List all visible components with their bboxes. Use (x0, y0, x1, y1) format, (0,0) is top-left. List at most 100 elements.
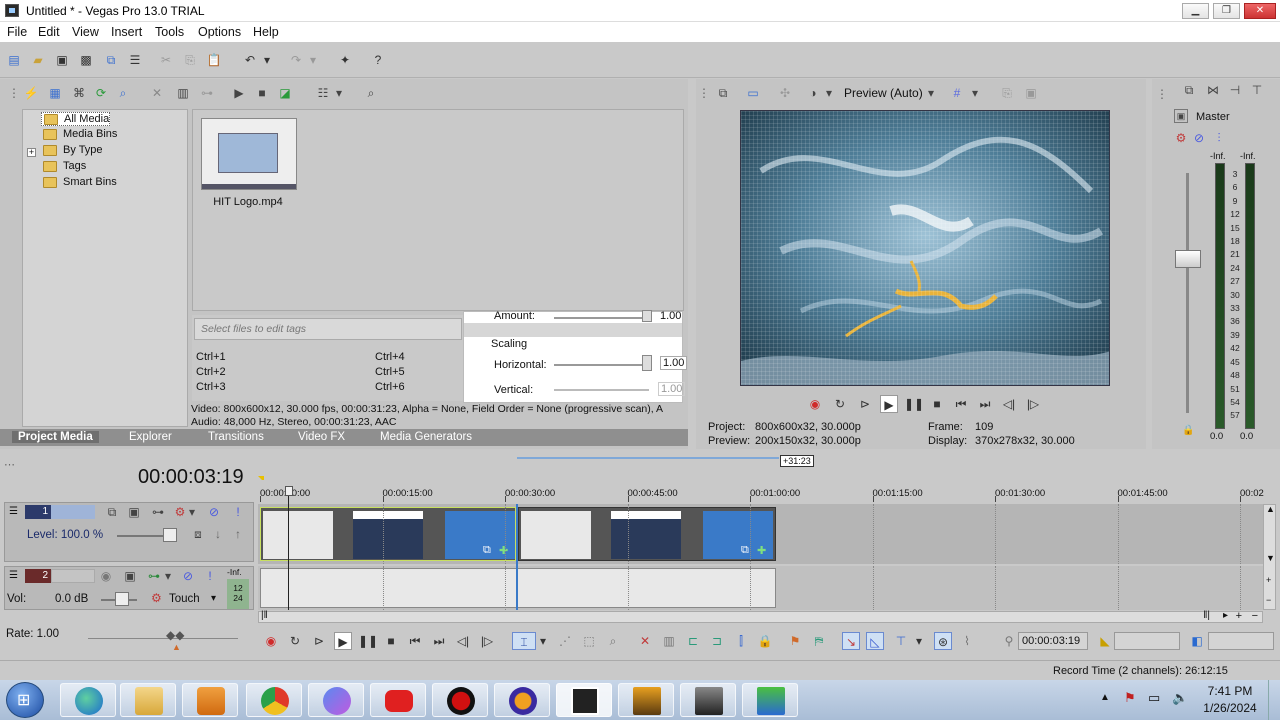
arrow-down-icon[interactable]: ↓ (209, 525, 227, 543)
automation-mode[interactable]: Touch (169, 593, 200, 605)
cursor-handle[interactable] (285, 486, 293, 496)
tab-explorer[interactable]: Explorer (129, 431, 172, 443)
panel-grip-icon[interactable]: ⋮ (8, 84, 20, 102)
loop-playback-icon[interactable]: ↻ (831, 395, 849, 413)
selection-tool-icon[interactable]: ⬚ (580, 632, 598, 650)
play-from-start-icon[interactable]: ⊳ (856, 395, 874, 413)
cursor-time-field[interactable]: 00:00:03:19 (1018, 632, 1088, 650)
track-header-audio-2[interactable]: ☰ 2 ◉ ▣ ⊶ ▾ ⊘ ! -Inf. Vol: 0.0 dB ⚙ Touc… (4, 566, 254, 610)
taskbar-copilot[interactable] (308, 683, 364, 717)
menu-view[interactable]: View (72, 25, 99, 39)
envelope-tool-icon[interactable]: ⋰ (556, 632, 574, 650)
menu-options[interactable]: Options (198, 25, 241, 39)
loop-region-bar[interactable] (517, 457, 779, 459)
event-fx-icon[interactable]: ⧉ (741, 544, 749, 557)
copy-snapshot-icon[interactable]: ⎘ (998, 84, 1016, 102)
arrow-up-icon[interactable]: ▲ (1266, 504, 1275, 514)
track-fx-icon[interactable]: ▣ (125, 503, 143, 521)
delete-icon[interactable]: ✕ (636, 632, 654, 650)
video-clip[interactable]: ⧉ ✚ (260, 507, 516, 561)
taskbar-chrome[interactable] (246, 683, 302, 717)
action-center-icon[interactable]: ⚑ (1124, 690, 1136, 706)
media-thumbnail[interactable] (201, 118, 297, 190)
record-icon[interactable]: ◉ (806, 395, 824, 413)
amount-slider-thumb[interactable] (642, 310, 652, 322)
panel-grip-icon[interactable]: ⋮ (698, 84, 710, 102)
amount-slider[interactable] (554, 317, 649, 319)
track-name-field[interactable] (51, 505, 95, 519)
close-button[interactable]: ✕ (1244, 3, 1276, 19)
start-preview-icon[interactable]: ▶ (230, 84, 248, 102)
selection-start-icon[interactable]: ◣ (1096, 632, 1114, 650)
tags-input[interactable]: Select files to edit tags (194, 318, 462, 340)
panel-grip-icon[interactable]: ⋯ (4, 458, 15, 471)
event-pan-crop-icon[interactable]: ✚ (499, 544, 508, 557)
mute-icon[interactable]: ⊘ (1190, 129, 1208, 147)
whats-this-help-icon[interactable]: ? (369, 51, 387, 69)
record-icon[interactable]: ◉ (262, 632, 280, 650)
paste-icon[interactable]: 📋 (205, 51, 223, 69)
stop-icon[interactable]: ■ (382, 632, 400, 650)
solo-icon[interactable]: ! (229, 503, 247, 521)
chevron-down-icon[interactable]: ▾ (187, 503, 197, 521)
volume-icon[interactable]: 🔈 (1172, 690, 1188, 706)
tab-video-fx[interactable]: Video FX (298, 431, 345, 443)
trim-icon[interactable]: ▥ (660, 632, 678, 650)
event-pan-crop-icon[interactable]: ✚ (757, 544, 766, 557)
search-media-icon[interactable]: ⌕ (114, 84, 132, 102)
vertical-value[interactable]: 1.00 (658, 382, 686, 396)
remove-media-icon[interactable]: ✕ (148, 84, 166, 102)
previous-frame-icon[interactable]: ◁| (1000, 395, 1018, 413)
timeline-horizontal-scrollbar[interactable]: |‖ ‖| ▸ + − (258, 610, 1263, 623)
horizontal-value[interactable]: 1.00 (660, 356, 688, 370)
capture-video-icon[interactable]: ▦ (46, 84, 64, 102)
lock-icon[interactable]: 🔒 (1182, 425, 1194, 436)
preview-properties-icon[interactable]: ⧉ (714, 84, 732, 102)
mixer-properties-icon[interactable]: ⧉ (1180, 81, 1198, 99)
copy-icon[interactable]: ⎘ (181, 51, 199, 69)
scroll-left-icon[interactable]: |‖ (261, 610, 268, 621)
menu-file[interactable]: File (7, 25, 27, 39)
zoom-in-icon[interactable]: + (1266, 575, 1271, 585)
chevron-down-icon[interactable]: ▾ (926, 84, 936, 102)
arrow-up-icon[interactable]: ↑ (229, 525, 247, 543)
horizontal-slider[interactable] (554, 364, 649, 366)
pause-icon[interactable]: ❚❚ (904, 395, 924, 413)
loop-playback-icon[interactable]: ↻ (286, 632, 304, 650)
taskbar-converter[interactable] (742, 683, 798, 717)
taskbar-file-explorer[interactable] (120, 683, 176, 717)
refresh-icon[interactable]: ⟳ (92, 84, 110, 102)
insert-fx-icon[interactable]: ⫶ (1210, 129, 1228, 147)
media-plugins-icon[interactable]: ⊶ (198, 84, 216, 102)
zoom-out-icon[interactable]: − (1266, 595, 1271, 605)
track-expand-icon[interactable]: ⧈ (189, 525, 207, 543)
chevron-down-icon[interactable]: ▾ (211, 593, 216, 604)
previous-frame-icon[interactable]: ◁| (454, 632, 472, 650)
rate-slider-thumb[interactable]: ◆◆ (166, 628, 184, 642)
chevron-down-icon[interactable]: ▾ (914, 632, 924, 650)
play-from-start-icon[interactable]: ⊳ (310, 632, 328, 650)
chevron-down-icon[interactable]: ▾ (163, 567, 173, 585)
show-desktop-button[interactable] (1268, 680, 1280, 720)
menu-help[interactable]: Help (253, 25, 279, 39)
insert-marker-icon[interactable]: ⚑ (786, 632, 804, 650)
go-to-end-icon[interactable]: ⏭ (430, 632, 448, 650)
track-fx-icon[interactable]: ▣ (121, 567, 139, 585)
stop-preview-icon[interactable]: ■ (253, 84, 271, 102)
selection-length-icon[interactable]: ◧ (1188, 632, 1206, 650)
open-folder-icon[interactable]: ▰ (29, 51, 47, 69)
master-volume-fader[interactable] (1175, 250, 1201, 268)
audio-fx-plug-icon[interactable]: ⊶ (145, 567, 163, 585)
play-icon[interactable]: ▶ (880, 395, 898, 413)
selection-length-field[interactable] (1208, 632, 1274, 650)
chevron-down-icon[interactable]: ▾ (262, 51, 272, 69)
zoom-tool-icon[interactable]: ⌕ (604, 632, 622, 650)
scroll-right-icon[interactable]: ‖| (1203, 610, 1210, 621)
chevron-down-icon[interactable]: ▾ (334, 84, 344, 102)
tab-media-generators[interactable]: Media Generators (380, 431, 472, 443)
chevron-down-icon[interactable]: ▾ (970, 84, 980, 102)
track-header-video-1[interactable]: ☰ 1 ⧉ ▣ ⊶ ⚙ ▾ ⊘ ! Level: 100.0 % ⧈ ↓ ↑ (4, 502, 254, 562)
arrow-down-icon[interactable]: ▼ (1266, 553, 1275, 563)
rate-slider[interactable] (88, 638, 238, 639)
taskbar-vegas-2[interactable] (618, 683, 674, 717)
